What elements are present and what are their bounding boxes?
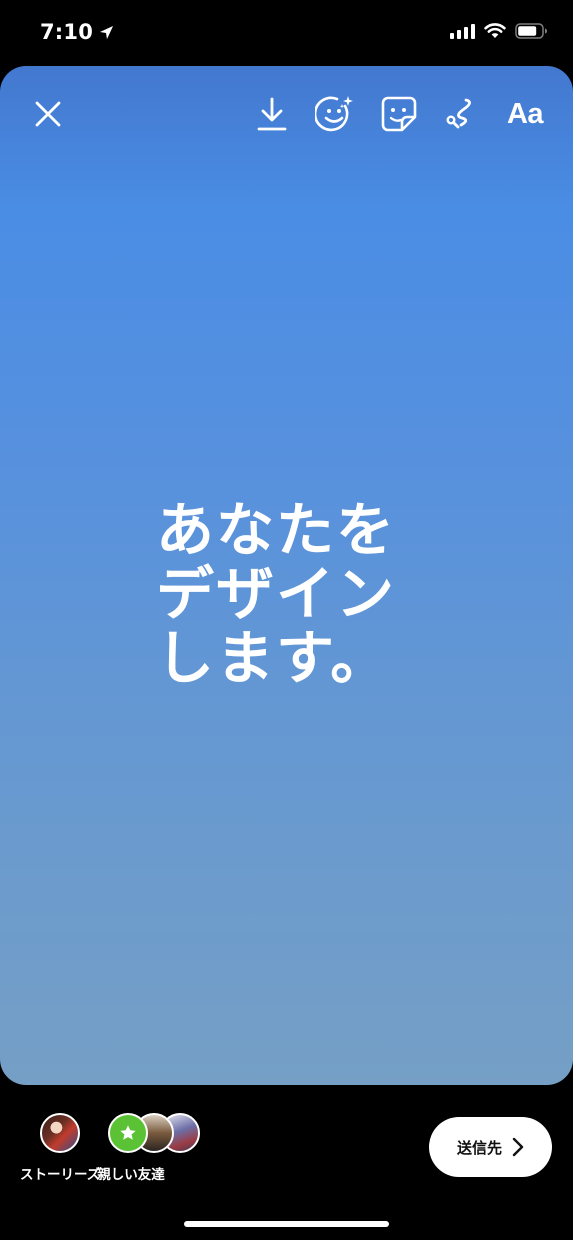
story-toolbar: Aa: [0, 92, 573, 136]
star-icon: [120, 1125, 136, 1140]
text-tool-button[interactable]: Aa: [502, 92, 548, 136]
close-friends-avatars: [108, 1113, 200, 1153]
close-friends-button[interactable]: 親しい友達: [97, 1113, 200, 1183]
download-button[interactable]: [252, 92, 292, 136]
sticker-button[interactable]: [378, 92, 420, 136]
your-story-button[interactable]: ストーリーズ: [20, 1113, 100, 1183]
face-effects-icon: [315, 96, 353, 132]
location-arrow-icon: [99, 25, 114, 39]
chevron-right-icon: [512, 1137, 524, 1157]
wifi-icon: [484, 23, 506, 38]
status-time-group: 7:10: [40, 20, 114, 44]
status-indicators: [450, 23, 548, 39]
close-friends-badge: [108, 1113, 148, 1153]
avatar: [40, 1113, 81, 1153]
story-text[interactable]: あなたを デザイン します。: [156, 498, 396, 690]
your-story-label: ストーリーズ: [20, 1167, 101, 1183]
close-button[interactable]: [28, 92, 68, 136]
story-canvas[interactable]: Aa あなたを デザイン します。: [0, 66, 573, 1085]
sticker-icon: [381, 96, 417, 132]
battery-icon: [515, 23, 547, 39]
download-icon: [257, 97, 287, 131]
status-bar: 7:10: [0, 0, 573, 66]
draw-button[interactable]: [442, 92, 482, 136]
send-to-label: 送信先: [456, 1138, 502, 1157]
share-bar: ストーリーズ 親しい友達 送信先: [0, 1085, 573, 1240]
home-indicator[interactable]: [184, 1221, 389, 1227]
close-friends-label: 親しい友達: [97, 1167, 165, 1183]
draw-icon: [446, 98, 471, 129]
send-to-button[interactable]: 送信先: [429, 1117, 552, 1177]
status-time: 7:10: [40, 20, 94, 44]
screen: 7:10 Aa あなたを デザイン します。 ストーリーズ 親しい友達 送信先: [0, 0, 573, 1240]
effects-button[interactable]: [314, 92, 356, 136]
cellular-signal-icon: [450, 23, 475, 39]
close-icon: [35, 101, 61, 127]
